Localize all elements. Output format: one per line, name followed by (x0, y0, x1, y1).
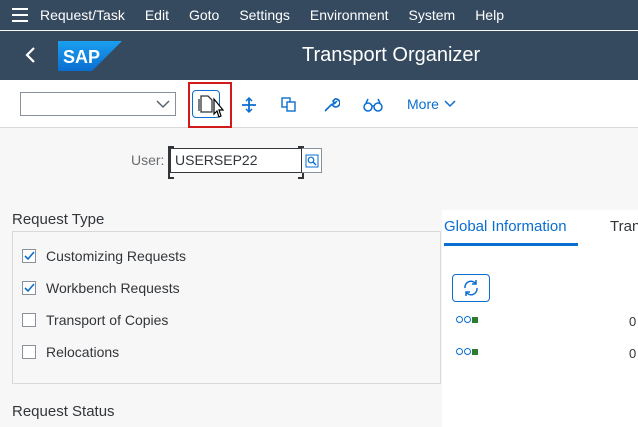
menu-help[interactable]: Help (475, 7, 504, 23)
checkbox[interactable] (22, 249, 36, 263)
back-arrow-icon[interactable] (20, 44, 42, 66)
user-label: User: (131, 152, 165, 168)
application-toolbar: More (0, 80, 638, 128)
tab-transport[interactable]: Tran (610, 218, 638, 235)
variant-dropdown[interactable] (20, 92, 176, 116)
menu-goto[interactable]: Goto (189, 7, 219, 23)
tab-global-information[interactable]: Global Information (444, 218, 567, 235)
refresh-button[interactable] (452, 274, 490, 302)
page-title: Transport Organizer (302, 44, 481, 66)
status-indicator-icon (456, 316, 478, 323)
chevron-down-icon (156, 100, 170, 109)
status-count: 0 (629, 346, 637, 361)
status-indicator-icon (456, 348, 478, 355)
more-button[interactable]: More (407, 96, 456, 112)
menu-request-task[interactable]: Request/Task (40, 7, 125, 23)
shell-header: SAP Transport Organizer (0, 31, 638, 80)
chevron-down-icon (444, 100, 456, 108)
status-count: 0 (629, 314, 637, 329)
request-type-title: Request Type (12, 211, 105, 228)
checkbox-transport-of-copies[interactable]: Transport of Copies (22, 312, 168, 328)
menu-system[interactable]: System (409, 7, 456, 23)
hamburger-menu-icon[interactable] (0, 0, 40, 30)
copy-icon[interactable] (276, 92, 302, 118)
more-label: More (407, 96, 439, 112)
mouse-cursor-icon (210, 96, 228, 127)
checkbox[interactable] (22, 281, 36, 295)
transport-icon[interactable] (236, 92, 262, 118)
checkbox[interactable] (22, 345, 36, 359)
menu-settings[interactable]: Settings (239, 7, 290, 23)
menu-edit[interactable]: Edit (145, 7, 169, 23)
checkbox-customizing-requests[interactable]: Customizing Requests (22, 248, 186, 264)
checkbox-label: Transport of Copies (46, 312, 169, 328)
checkmark-icon (23, 251, 35, 261)
refresh-icon (464, 280, 478, 296)
menu-environment[interactable]: Environment (310, 7, 389, 23)
wrench-icon[interactable] (318, 92, 344, 118)
user-input[interactable]: USERSEP22 (168, 146, 304, 179)
checkbox-label: Workbench Requests (46, 280, 180, 296)
checkbox-relocations[interactable]: Relocations (22, 344, 119, 360)
value-help-button[interactable] (302, 148, 322, 173)
search-icon (305, 154, 318, 167)
global-information-panel: Global Information Tran 0 0 (442, 210, 638, 427)
checkmark-icon (23, 283, 35, 293)
sap-logo-text: SAP (63, 47, 100, 67)
tab-underline (444, 243, 578, 246)
request-status-title: Request Status (12, 403, 115, 420)
checkbox-label: Relocations (46, 344, 120, 360)
sap-logo: SAP (58, 41, 122, 76)
checkbox-label: Customizing Requests (46, 248, 187, 264)
menu-bar: Request/Task Edit Goto Settings Environm… (0, 0, 638, 30)
checkbox[interactable] (22, 313, 36, 327)
glasses-display-icon[interactable] (360, 92, 386, 118)
checkbox-workbench-requests[interactable]: Workbench Requests (22, 280, 180, 296)
